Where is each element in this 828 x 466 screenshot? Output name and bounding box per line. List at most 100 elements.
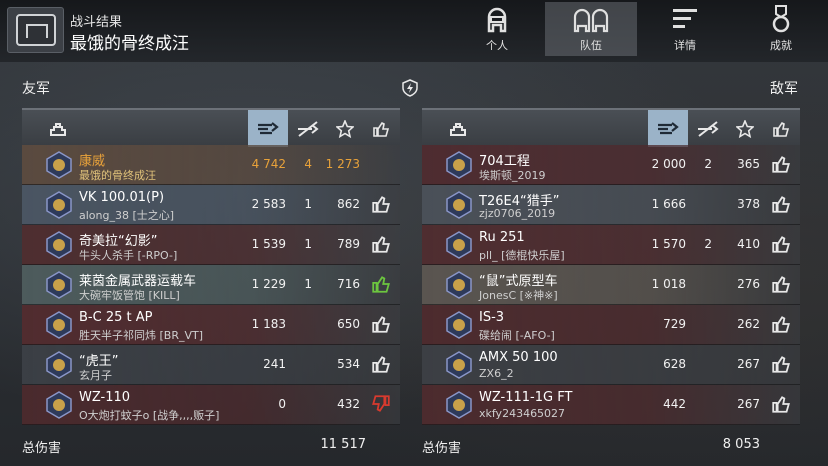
star-column-icon[interactable] xyxy=(328,110,362,147)
star-column-icon[interactable] xyxy=(728,110,762,147)
player-row[interactable]: T26E4“猎手” zjz0706_2019 1 666 378 xyxy=(422,185,800,225)
player-row[interactable]: 704工程 埃斯顿_2019 2 000 2 365 xyxy=(422,145,800,185)
damage-value: 1 018 xyxy=(651,277,686,291)
tank-badge-icon xyxy=(446,271,472,299)
allies-panel: 康威 最饿的骨终成汪 4 742 4 1 273 VK 100.01(P) along_38… xyxy=(22,108,400,425)
like-button[interactable] xyxy=(771,274,791,294)
enemies-total-label: 总伤害 xyxy=(422,441,462,456)
player-row[interactable]: WZ-111-1G FT xkfy243465027 442 267 xyxy=(422,385,800,425)
tank-name: B-C 25 t AP xyxy=(79,310,153,325)
like-button[interactable] xyxy=(771,314,791,334)
tab-personal[interactable]: 个人 xyxy=(451,2,543,56)
damage-value: 1 666 xyxy=(651,197,686,211)
dislike-button[interactable] xyxy=(371,394,391,414)
damage-value: 1 539 xyxy=(251,237,286,251)
like-button[interactable] xyxy=(771,394,791,414)
xp-value: 262 xyxy=(737,317,760,331)
player-name: pll_ [德棍快乐屋] xyxy=(479,249,565,262)
xp-value: 267 xyxy=(737,397,760,411)
xp-value: 716 xyxy=(337,277,360,291)
damage-value: 729 xyxy=(663,317,686,331)
player-row[interactable]: 奇美拉“幻影” 牛头人杀手 [-RPO-] 1 539 1 789 xyxy=(22,225,400,265)
player-name: 碟给闹 [-AFO-] xyxy=(479,329,555,342)
player-row[interactable]: 莱茵金属武器运载车 大碗牢饭管饱 [KILL] 1 229 1 716 xyxy=(22,265,400,305)
tank-name: AMX 50 100 xyxy=(479,350,558,365)
team-icon xyxy=(573,8,609,33)
like-button[interactable] xyxy=(771,194,791,214)
damage-value: 4 742 xyxy=(251,157,286,171)
tank-badge-icon xyxy=(46,351,72,379)
kills-value: 1 xyxy=(304,197,312,211)
like-column-icon[interactable] xyxy=(364,110,398,147)
allies-total-damage: 11 517 xyxy=(320,437,367,452)
allies-column-header xyxy=(22,108,400,147)
tank-name: IS-3 xyxy=(479,310,505,325)
xp-value: 789 xyxy=(337,237,360,251)
details-icon xyxy=(673,9,697,28)
player-name: zjz0706_2019 xyxy=(479,207,556,220)
xp-value: 432 xyxy=(337,397,360,411)
damage-value: 241 xyxy=(263,357,286,371)
header-subtitle: 战斗结果 xyxy=(70,15,123,30)
player-row[interactable]: “鼠”式原型车 JonesC [※神※] 1 018 276 xyxy=(422,265,800,305)
damage-value: 442 xyxy=(663,397,686,411)
player-name: 大碗牢饭管饱 [KILL] xyxy=(79,289,180,302)
like-button[interactable] xyxy=(371,354,391,374)
tab-details[interactable]: 详情 xyxy=(639,2,731,56)
xp-value: 365 xyxy=(737,157,760,171)
enemies-panel: 704工程 埃斯顿_2019 2 000 2 365 T26E4“猎手” zjz0706_2… xyxy=(422,108,800,425)
player-row[interactable]: IS-3 碟给闹 [-AFO-] 729 262 xyxy=(422,305,800,345)
damage-sort-button[interactable] xyxy=(648,110,688,147)
like-button[interactable] xyxy=(371,234,391,254)
like-button[interactable] xyxy=(771,234,791,254)
like-button[interactable] xyxy=(371,194,391,214)
tank-badge-icon xyxy=(446,311,472,339)
tank-column-icon xyxy=(40,110,76,147)
player-name: ZX6_2 xyxy=(479,367,514,380)
player-name: JonesC [※神※] xyxy=(479,289,558,302)
xp-value: 1 273 xyxy=(325,157,360,171)
damage-value: 2 000 xyxy=(651,157,686,171)
like-button[interactable] xyxy=(771,154,791,174)
tank-badge-icon xyxy=(46,191,72,219)
player-row[interactable]: AMX 50 100 ZX6_2 628 267 xyxy=(422,345,800,385)
damage-sort-button[interactable] xyxy=(248,110,288,147)
kills-column-icon[interactable] xyxy=(688,110,728,147)
player-row[interactable]: “虎王” 玄月子 241 534 xyxy=(22,345,400,385)
player-row[interactable]: 康威 最饿的骨终成汪 4 742 4 1 273 xyxy=(22,145,400,185)
like-column-icon[interactable] xyxy=(764,110,798,147)
garage-button[interactable] xyxy=(7,7,64,53)
xp-value: 378 xyxy=(737,197,760,211)
tank-badge-icon xyxy=(446,391,472,419)
tank-badge-icon xyxy=(446,231,472,259)
allies-title: 友军 xyxy=(22,81,50,97)
allies-total-label: 总伤害 xyxy=(22,441,62,456)
helmet-icon xyxy=(487,7,507,33)
like-button[interactable] xyxy=(771,354,791,374)
tank-name: VK 100.01(P) xyxy=(79,190,165,205)
xp-value: 650 xyxy=(337,317,360,331)
tank-badge-icon xyxy=(446,151,472,179)
tank-badge-icon xyxy=(46,231,72,259)
tab-team-label: 队伍 xyxy=(580,39,602,52)
damage-value: 1 229 xyxy=(251,277,286,291)
enemies-column-header xyxy=(422,108,800,147)
tank-name: Ru 251 xyxy=(479,230,525,245)
tab-achievements[interactable]: 成就 xyxy=(735,2,827,56)
kills-column-icon[interactable] xyxy=(288,110,328,147)
like-button[interactable] xyxy=(371,274,391,294)
like-button[interactable] xyxy=(371,314,391,334)
player-row[interactable]: B-C 25 t AP 胜天半子祁同炜 [BR_VT] 1 183 650 xyxy=(22,305,400,345)
enemies-total-damage: 8 053 xyxy=(722,437,760,452)
damage-value: 0 xyxy=(278,397,286,411)
tab-achievements-label: 成就 xyxy=(770,39,792,52)
player-row[interactable]: VK 100.01(P) along_38 [士之心] 2 583 1 862 xyxy=(22,185,400,225)
player-row[interactable]: Ru 251 pll_ [德棍快乐屋] 1 570 2 410 xyxy=(422,225,800,265)
tank-badge-icon xyxy=(446,351,472,379)
tab-team[interactable]: 队伍 xyxy=(545,2,637,56)
kills-value: 1 xyxy=(304,237,312,251)
player-row[interactable]: WZ-110 O大炮打蚊子o [战争,,,,贩子] 0 432 xyxy=(22,385,400,425)
medal-icon xyxy=(772,5,790,33)
player-name: 埃斯顿_2019 xyxy=(479,169,546,182)
tank-badge-icon xyxy=(46,271,72,299)
